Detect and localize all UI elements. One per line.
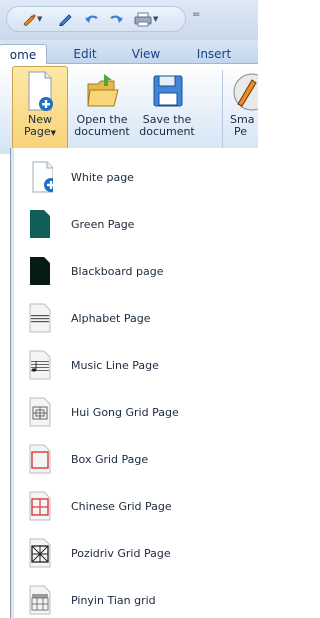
pinyin-tian-grid-icon [27, 584, 53, 616]
menu-item-label: Pozidriv Grid Page [71, 546, 171, 560]
menu-item-blackboard-page[interactable]: Blackboard page [27, 254, 257, 288]
smart-pen-label-line2: Pe [234, 125, 248, 138]
new-page-button[interactable]: New Page▼ [12, 66, 68, 151]
menu-item-label: Hui Gong Grid Page [71, 405, 179, 419]
menu-item-label: White page [71, 170, 134, 184]
undo-icon [85, 15, 98, 23]
printer-icon [134, 12, 152, 26]
save-document-label-line2: document [139, 125, 195, 138]
menu-item-alphabet-page[interactable]: Alphabet Page [27, 301, 257, 335]
pen-icon [23, 14, 36, 26]
new-page-label-line2: Page [23, 125, 51, 138]
hui-gong-grid-icon [27, 396, 53, 428]
chevron-down-icon: ▼ [37, 15, 43, 23]
chinese-grid-icon [27, 490, 53, 522]
folder-open-icon [84, 70, 120, 114]
tab-home[interactable]: ome [0, 44, 47, 64]
smart-pen-icon [230, 70, 258, 114]
ribbon-tabs: ome Edit View Insert [0, 40, 258, 64]
blackboard-page-icon [27, 255, 53, 287]
save-disk-icon [149, 70, 185, 114]
menu-item-green-page[interactable]: Green Page [27, 207, 257, 241]
quick-access-toolbar: ▼ ▼ = [0, 0, 258, 40]
green-page-icon [27, 208, 53, 240]
menu-item-pinyin-tian-grid[interactable]: Pinyin Tian grid [27, 583, 257, 617]
customize-toolbar-button[interactable]: = [192, 9, 200, 20]
menu-item-hui-gong-grid-page[interactable]: Hui Gong Grid Page [27, 395, 257, 429]
pozidriv-grid-icon [27, 537, 53, 569]
menu-item-label: Music Line Page [71, 358, 159, 372]
menu-item-pozidriv-grid-page[interactable]: Pozidriv Grid Page [27, 536, 257, 570]
new-page-dropdown-menu: White page Green Page Blackboard page Al… [10, 148, 258, 618]
menu-item-box-grid-page[interactable]: Box Grid Page [27, 442, 257, 476]
menu-item-label: Alphabet Page [71, 311, 151, 325]
open-document-button[interactable]: Open the document [72, 66, 132, 138]
white-page-icon [27, 161, 53, 193]
undo-button[interactable] [84, 11, 100, 27]
new-page-icon [25, 70, 55, 114]
redo-icon [110, 15, 123, 23]
box-grid-icon [27, 443, 53, 475]
menu-item-label: Box Grid Page [71, 452, 149, 466]
menu-item-label: Pinyin Tian grid [71, 593, 156, 607]
menu-item-label: Chinese Grid Page [71, 499, 172, 513]
menu-left-strip [11, 148, 14, 618]
print-button[interactable]: ▼ [134, 11, 158, 27]
pencil-icon [59, 14, 72, 26]
ribbon-divider [222, 70, 223, 148]
music-line-page-icon [27, 349, 53, 381]
open-document-label-line2: document [74, 125, 130, 138]
tab-view[interactable]: View [126, 44, 166, 64]
menu-item-label: Blackboard page [71, 264, 164, 278]
tab-edit[interactable]: Edit [68, 44, 102, 64]
tab-insert[interactable]: Insert [190, 44, 238, 64]
menu-item-white-page[interactable]: White page [27, 160, 257, 194]
chevron-down-icon: ▼ [153, 15, 159, 23]
pencil-tool-button[interactable] [58, 11, 74, 27]
smart-pen-button[interactable]: Sma Pe [226, 66, 258, 138]
menu-item-music-line-page[interactable]: Music Line Page [27, 348, 257, 382]
ribbon-panel: New Page▼ Open the document Save the doc… [0, 64, 258, 154]
alphabet-page-icon [27, 302, 53, 334]
menu-item-label: Green Page [71, 217, 135, 231]
pen-tool-button[interactable]: ▼ [22, 11, 42, 27]
chevron-down-icon: ▼ [50, 129, 57, 137]
save-document-button[interactable]: Save the document [136, 66, 198, 138]
redo-button[interactable] [108, 11, 124, 27]
menu-item-chinese-grid-page[interactable]: Chinese Grid Page [27, 489, 257, 523]
